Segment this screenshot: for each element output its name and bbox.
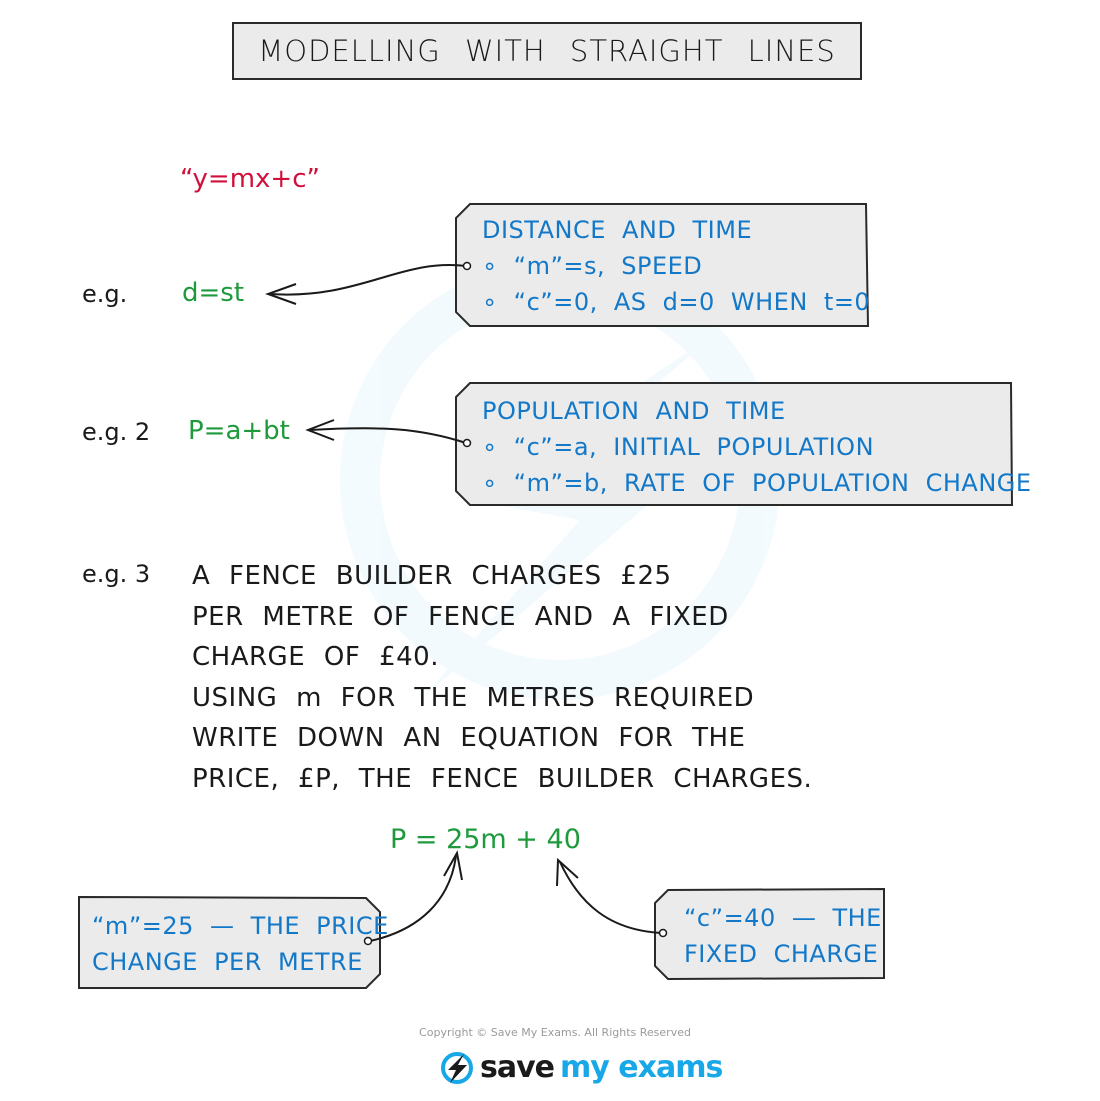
box-line: CHANGE PER METRE xyxy=(92,948,363,976)
question-line: PER METRE OF FENCE AND A FIXED xyxy=(192,601,729,632)
copyright-text: Copyright © Save My Exams. All Rights Re… xyxy=(419,1026,691,1039)
box-heading: DISTANCE AND TIME xyxy=(482,216,753,244)
box-bullet: ∘ “c”=a, INITIAL POPULATION xyxy=(482,433,875,461)
box-bullet: ∘ “c”=0, AS d=0 WHEN t=0 xyxy=(482,288,871,316)
example-2-equation: P=a+bt xyxy=(188,416,290,446)
general-form-formula: “y=mx+c” xyxy=(180,164,320,194)
page-title-text: MODELLING WITH STRAIGHT LINES xyxy=(258,34,836,68)
bullet-circle-icon: ∘ xyxy=(482,288,514,316)
arrow-intercept xyxy=(559,861,662,934)
example-2-label: e.g. 2 xyxy=(82,418,151,446)
bullet-circle-icon: ∘ xyxy=(482,252,514,280)
lightning-bolt-icon xyxy=(441,1051,473,1084)
example-2-box-text: POPULATION AND TIME ∘ “c”=a, INITIAL POP… xyxy=(482,393,1032,501)
question-line: WRITE DOWN AN EQUATION FOR THE xyxy=(192,723,746,753)
question-line: A FENCE BUILDER CHARGES £25 xyxy=(192,561,672,591)
logo-save-text: save xyxy=(480,1050,555,1085)
example-3-answer: P = 25m + 40 xyxy=(390,824,581,855)
logo-myexams-text: my exams xyxy=(560,1050,723,1085)
box-bullet: ∘ “m”=b, RATE OF POPULATION CHANGE xyxy=(482,469,1032,497)
box-line: “c”=40 — THE xyxy=(684,904,882,932)
box-bullet: ∘ “m”=s, SPEED xyxy=(482,252,703,280)
example-1-equation: d=st xyxy=(182,278,245,308)
example-1-label: e.g. xyxy=(82,280,128,308)
bullet-circle-icon: ∘ xyxy=(482,433,514,461)
intercept-box-text: “c”=40 — THE FIXED CHARGE xyxy=(684,900,882,972)
example-1-box-text: DISTANCE AND TIME ∘ “m”=s, SPEED ∘ “c”=0… xyxy=(482,212,870,320)
question-line: PRICE, £P, THE FENCE BUILDER CHARGES. xyxy=(192,763,813,794)
example-3-label: e.g. 3 xyxy=(82,560,151,588)
example-3-question: A FENCE BUILDER CHARGES £25 PER METRE OF… xyxy=(192,556,812,799)
box-line: “m”=25 — THE PRICE xyxy=(92,912,389,940)
arrowhead-icon xyxy=(443,850,463,881)
page-title: MODELLING WITH STRAIGHT LINES xyxy=(232,22,862,80)
box-heading: POPULATION AND TIME xyxy=(482,397,786,425)
bullet-circle-icon: ∘ xyxy=(482,469,514,497)
question-line: CHARGE OF £40. xyxy=(192,642,439,672)
box-line: FIXED CHARGE xyxy=(684,940,879,968)
gradient-box-text: “m”=25 — THE PRICE CHANGE PER METRE xyxy=(92,908,389,980)
arrow-distance xyxy=(269,264,467,296)
brand-logo: save my exams xyxy=(440,1050,723,1085)
question-line: USING m FOR THE METRES REQUIRED xyxy=(192,682,755,713)
